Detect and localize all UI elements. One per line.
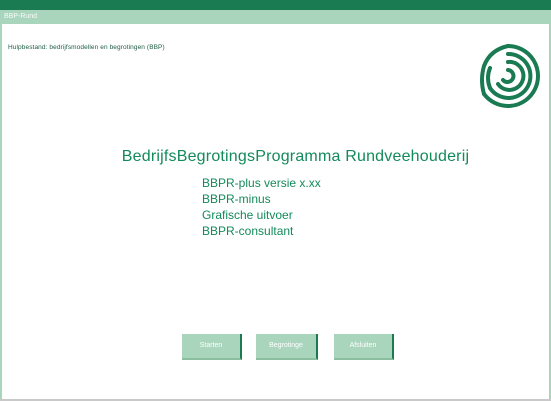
app-window: BBP-Rund Hulpbestand: bedrijfsmodellen e… [0, 0, 551, 401]
circular-maze-logo-icon [480, 44, 540, 108]
top-accent-bar [0, 0, 551, 10]
status-text: Hulpbestand: bedrijfsmodellen en begroti… [8, 44, 165, 51]
begroting-button[interactable]: Begrotinge [256, 334, 318, 360]
start-button[interactable]: Starten [182, 334, 242, 360]
module-list: BBPR-plus versie x.xx BBPR-minus Grafisc… [202, 175, 321, 239]
afsluiten-button[interactable]: Afsluiten [334, 334, 394, 360]
module-item-bbpr-consultant: BBPR-consultant [202, 224, 294, 238]
window-title: BBP-Rund [4, 13, 38, 20]
module-item-bbpr-minus: BBPR-minus [202, 192, 271, 206]
module-item-bbpr-plus: BBPR-plus versie x.xx [202, 176, 321, 190]
program-title: BedrijfsBegrotingsProgramma Rundveehoude… [121, 148, 470, 165]
frame-left-border [0, 24, 2, 401]
module-item-grafische-uitvoer: Grafische uitvoer [202, 208, 293, 222]
window-title-bar: BBP-Rund [0, 10, 551, 24]
